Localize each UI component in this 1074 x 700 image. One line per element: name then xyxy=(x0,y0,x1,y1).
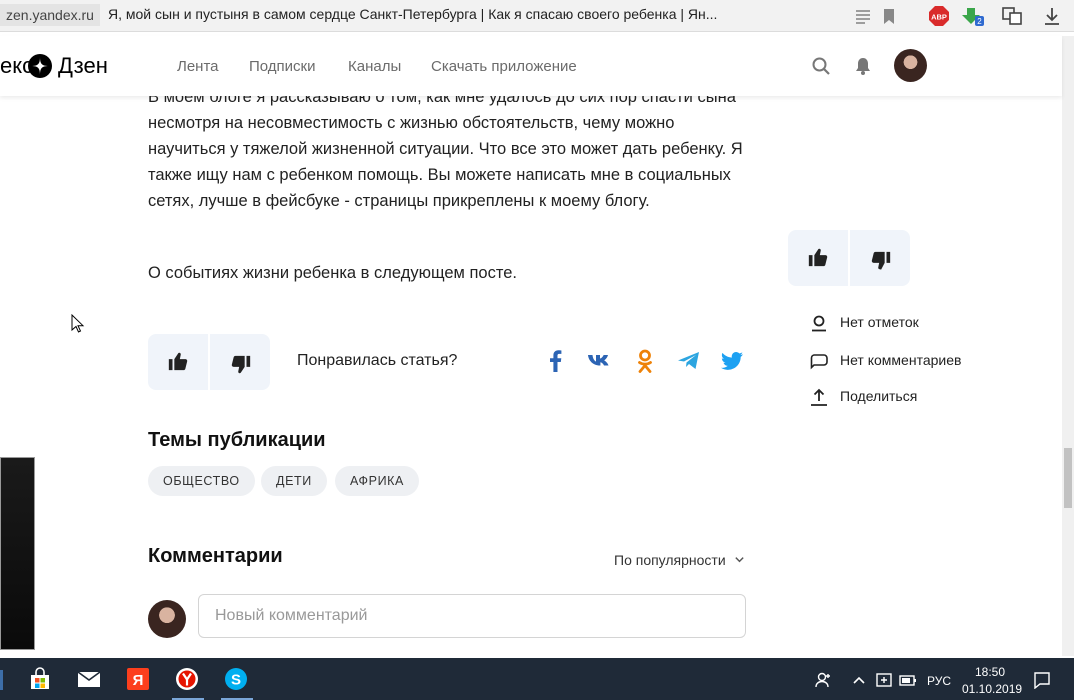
comments-sort-dropdown[interactable]: По популярности xyxy=(614,552,745,568)
telegram-share-icon[interactable] xyxy=(676,348,702,374)
translate-extension-icon[interactable] xyxy=(1001,5,1023,27)
sidebar-like-button[interactable] xyxy=(788,230,848,286)
logo-zen-text[interactable]: Дзен xyxy=(58,53,108,79)
battery-power-icon[interactable] xyxy=(899,672,917,688)
dislike-button[interactable] xyxy=(210,334,270,390)
zen-logo-icon[interactable] xyxy=(28,54,52,78)
svg-text:Я: Я xyxy=(133,672,144,689)
chevron-up-icon[interactable] xyxy=(852,673,866,687)
svg-text:2: 2 xyxy=(977,17,982,26)
tag-society[interactable]: ОБЩЕСТВО xyxy=(148,466,255,496)
clock-date[interactable]: 01.10.2019 xyxy=(962,682,1022,696)
sidebar-dislike-button[interactable] xyxy=(850,230,910,286)
vk-share-icon[interactable] xyxy=(587,348,613,374)
topics-heading: Темы публикации xyxy=(148,429,326,451)
yandex-browser-icon[interactable] xyxy=(174,666,200,692)
browser-address-bar: zen.yandex.ru Я, мой сын и пустыня в сам… xyxy=(0,0,1074,32)
mail-icon[interactable] xyxy=(76,666,102,692)
liked-article-question: Понравилась статья? xyxy=(297,352,458,369)
windows-taskbar: Я S РУС 18:50 01.10.2019 xyxy=(0,658,1074,700)
like-button[interactable] xyxy=(148,334,208,390)
nav-feed[interactable]: Лента xyxy=(177,58,219,75)
taskbar-edge xyxy=(0,670,3,690)
bookmark-icon[interactable] xyxy=(878,5,900,27)
mouse-cursor-icon xyxy=(71,314,85,333)
scrollbar-thumb[interactable] xyxy=(1064,448,1072,508)
user-avatar[interactable] xyxy=(894,49,927,82)
clock-time[interactable]: 18:50 xyxy=(975,665,1005,679)
floating-video-player[interactable] xyxy=(0,457,35,650)
search-icon[interactable] xyxy=(811,56,831,76)
tag-children[interactable]: ДЕТИ xyxy=(261,466,327,496)
skype-icon[interactable]: S xyxy=(223,666,249,692)
comment-bubble-icon xyxy=(810,354,828,370)
person-icon xyxy=(812,315,826,332)
downloads-icon[interactable] xyxy=(1041,5,1063,27)
thumbs-up-icon xyxy=(168,352,188,371)
page-scrollbar[interactable] xyxy=(1062,36,1074,656)
keyboard-language[interactable]: РУС xyxy=(927,674,951,688)
people-icon[interactable] xyxy=(815,671,833,689)
nav-download-app[interactable]: Скачать приложение xyxy=(431,58,577,75)
article-reactions xyxy=(148,334,270,390)
thumbs-down-icon xyxy=(871,251,891,270)
facebook-share-icon[interactable] xyxy=(543,348,569,374)
nav-subscriptions[interactable]: Подписки xyxy=(249,58,316,75)
page-title-in-address[interactable]: Я, мой сын и пустыня в самом сердце Санк… xyxy=(108,6,848,22)
article-paragraph: В моем блоге я рассказываю о том, как мн… xyxy=(148,88,743,210)
sort-label: По популярности xyxy=(614,552,726,568)
sidebar-reactions xyxy=(788,230,910,286)
thumbs-down-icon xyxy=(231,355,251,374)
svg-text:S: S xyxy=(231,672,241,689)
download-helper-extension-icon[interactable]: 2 xyxy=(962,5,984,27)
notifications-center-icon[interactable] xyxy=(1033,671,1051,689)
yandex-app-icon[interactable]: Я xyxy=(125,666,151,692)
comments-heading: Комментарии xyxy=(148,545,283,567)
svg-text:ABP: ABP xyxy=(931,13,947,22)
article-paragraph-next-post: О событиях жизни ребенка в следующем пос… xyxy=(148,264,517,282)
reader-mode-icon[interactable] xyxy=(852,5,874,27)
adblock-extension-icon[interactable]: ABP xyxy=(928,5,950,27)
chevron-down-icon xyxy=(734,557,744,563)
commenter-avatar xyxy=(148,600,186,638)
zen-header: екс Дзен Лента Подписки Каналы Скачать п… xyxy=(0,36,1062,96)
odnoklassniki-share-icon[interactable] xyxy=(632,348,658,374)
notifications-bell-icon[interactable] xyxy=(853,56,873,76)
share-upload-icon xyxy=(811,388,827,406)
twitter-share-icon[interactable] xyxy=(719,348,745,374)
url-domain[interactable]: zen.yandex.ru xyxy=(0,4,100,26)
tag-africa[interactable]: АФРИКА xyxy=(335,466,419,496)
store-icon[interactable] xyxy=(27,666,53,692)
new-comment-input[interactable] xyxy=(198,594,746,638)
tray-app-icon[interactable] xyxy=(875,671,893,689)
thumbs-up-icon xyxy=(808,248,828,267)
nav-channels[interactable]: Каналы xyxy=(348,58,401,75)
